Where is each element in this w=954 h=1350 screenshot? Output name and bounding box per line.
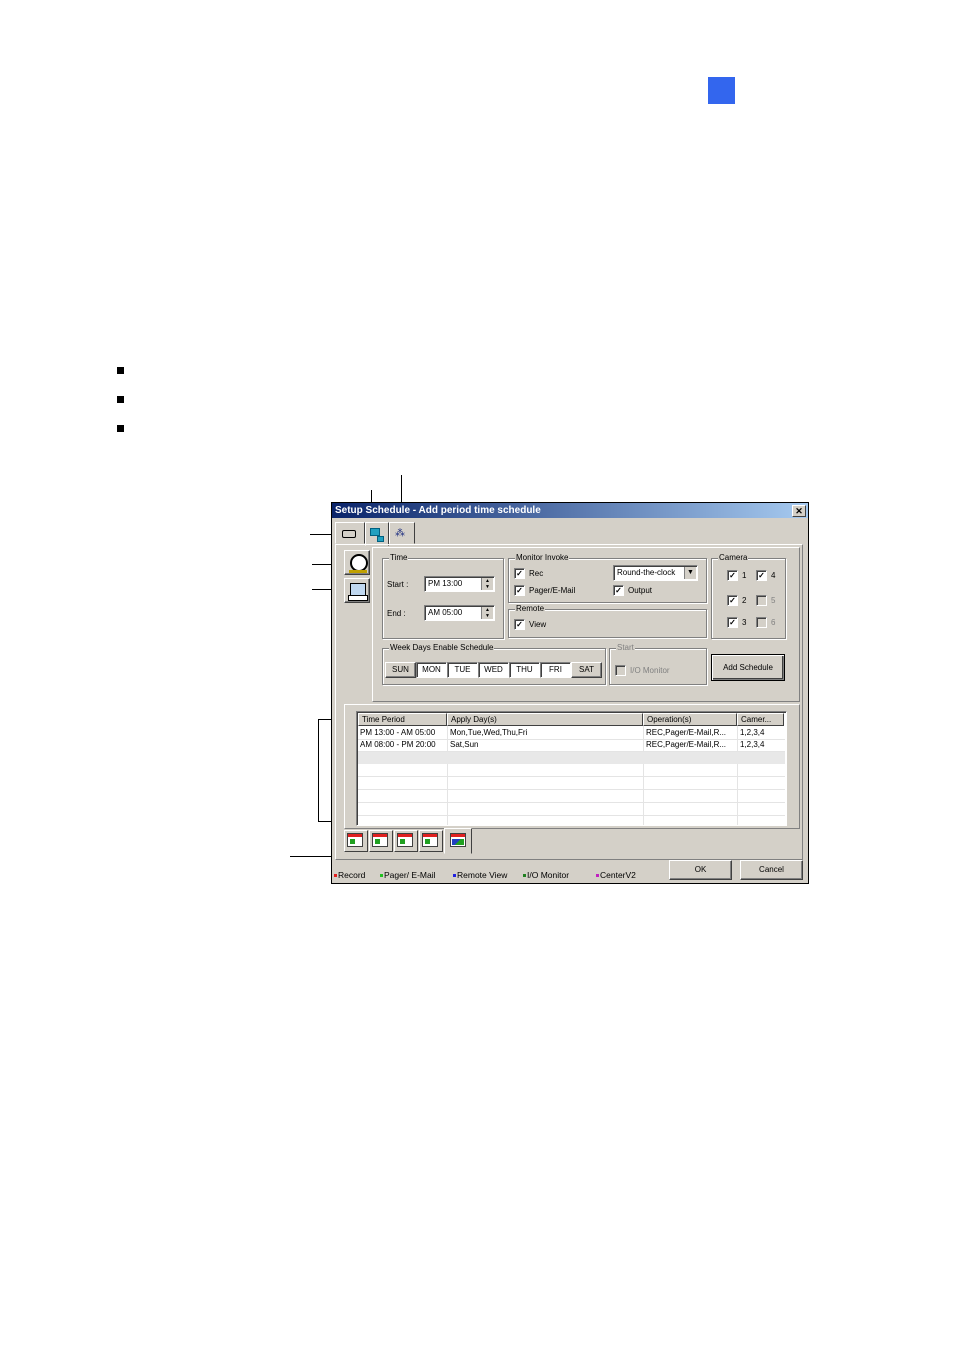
day-wed-button[interactable]: WED	[478, 662, 509, 678]
monitor-invoke-group: Monitor Invoke ✓ Rec ✓ Pager/E-Mail Roun…	[508, 553, 707, 603]
monitor-invoke-legend: Monitor Invoke	[515, 553, 570, 563]
legend-io-monitor: I/O Monitor	[523, 870, 569, 880]
end-label: End :	[387, 609, 406, 618]
schedule-4-icon	[422, 833, 438, 847]
tab-schedule-3[interactable]	[394, 830, 418, 852]
camera-5-checkbox[interactable]	[756, 595, 767, 606]
computer-button[interactable]	[344, 578, 370, 603]
rec-checkbox[interactable]: ✓	[514, 568, 525, 579]
ok-button[interactable]: OK	[669, 860, 732, 880]
column-header-apply-days[interactable]: Apply Day(s)	[447, 713, 643, 726]
time-group: Time Start : PM 13:00 ▲ ▼ End : AM 05:00 …	[382, 553, 504, 639]
cancel-button[interactable]: Cancel	[740, 860, 803, 880]
column-header-operations[interactable]: Operation(s)	[643, 713, 737, 726]
bullet-2	[117, 396, 124, 403]
io-monitor-label: I/O Monitor	[630, 666, 670, 675]
table-cell: 1,2,3,4	[740, 728, 765, 737]
day-tue-button[interactable]: TUE	[447, 662, 478, 678]
camera-icon	[342, 530, 356, 538]
camera-2-checkbox[interactable]: ✓	[727, 595, 738, 606]
day-fri-button[interactable]: FRI	[540, 662, 571, 678]
schedule-table: Time Period Apply Day(s) Operation(s) Ca…	[356, 711, 787, 826]
monitor-mode-select[interactable]: Round-the-clock ▼	[613, 565, 698, 581]
camera-group: Camera ✓ 1 ✓ 4 ✓ 2 5 ✓ 3 6	[711, 553, 786, 639]
tab-schedule-2[interactable]	[369, 830, 393, 852]
camera-6-label: 6	[771, 618, 776, 627]
table-cell: REC,Pager/E-Mail,R...	[646, 740, 727, 749]
remote-legend: Remote	[515, 604, 546, 614]
legend-pager-email: Pager/ E-Mail	[380, 870, 436, 880]
day-sun-button[interactable]: SUN	[385, 662, 416, 678]
start-legend: Start	[616, 643, 635, 653]
weekdays-group: Week Days Enable Schedule SUN MON TUE WE…	[382, 643, 606, 685]
day-mon-button[interactable]: MON	[416, 662, 447, 678]
table-cell: AM 08:00 - PM 20:00	[360, 740, 436, 749]
camera-legend: Camera	[718, 553, 749, 563]
legend-remote-view: Remote View	[453, 870, 507, 880]
column-header-time-period[interactable]: Time Period	[358, 713, 447, 726]
io-monitor-checkbox[interactable]	[615, 665, 626, 676]
camera-2-label: 2	[742, 596, 747, 605]
callout-bracket-vert	[318, 719, 319, 822]
legend-centerv2: CenterV2	[596, 870, 636, 880]
network-tree-icon	[370, 528, 380, 536]
camera-1-checkbox[interactable]: ✓	[727, 570, 738, 581]
table-cell: 1,2,3,4	[740, 740, 765, 749]
remote-view-label: View	[529, 620, 547, 629]
output-checkbox[interactable]: ✓	[613, 585, 624, 596]
camera-1-label: 1	[742, 571, 747, 580]
camera-3-label: 3	[742, 618, 747, 627]
tab-network[interactable]: ⁂	[389, 522, 415, 544]
table-cell: Mon,Tue,Wed,Thu,Fri	[450, 728, 528, 737]
title-bar: Setup Schedule - Add period time schedul…	[332, 503, 808, 518]
pager-email-checkbox[interactable]: ✓	[514, 585, 525, 596]
selected-empty-row[interactable]	[358, 752, 785, 764]
start-time-spinner[interactable]: ▲ ▼	[481, 578, 493, 590]
end-time-field[interactable]: AM 05:00 ▲ ▼	[424, 605, 495, 621]
pager-email-label: Pager/E-Mail	[529, 586, 576, 595]
setup-schedule-dialog: Setup Schedule - Add period time schedul…	[331, 502, 809, 884]
bullet-3	[117, 425, 124, 432]
tab-camera[interactable]	[335, 522, 365, 544]
camera-6-checkbox[interactable]	[756, 617, 767, 628]
schedule-3-icon	[397, 833, 413, 847]
output-label: Output	[628, 586, 653, 595]
schedule-edit-icon	[450, 833, 466, 847]
column-header-camera[interactable]: Camer...	[737, 713, 784, 726]
start-group: Start I/O Monitor	[609, 643, 707, 685]
weekdays-legend: Week Days Enable Schedule	[389, 643, 495, 653]
camera-5-label: 5	[771, 596, 776, 605]
day-thu-button[interactable]: THU	[509, 662, 540, 678]
remote-view-checkbox[interactable]: ✓	[514, 619, 525, 630]
camera-4-label: 4	[771, 571, 776, 580]
bullet-1	[117, 367, 124, 374]
start-label: Start :	[387, 580, 409, 589]
schedule-1-icon	[347, 833, 363, 847]
remote-group: Remote ✓ View	[508, 604, 707, 638]
time-legend: Time	[389, 553, 409, 563]
end-time-spinner[interactable]: ▲ ▼	[481, 607, 493, 619]
schedule-2-icon	[372, 833, 388, 847]
alarm-clock-button[interactable]	[344, 550, 370, 575]
tab-schedule-4[interactable]	[419, 830, 443, 852]
camera-4-checkbox[interactable]: ✓	[756, 570, 767, 581]
tab-schedule-1[interactable]	[344, 830, 368, 852]
camera-3-checkbox[interactable]: ✓	[727, 617, 738, 628]
close-button[interactable]: ✕	[792, 505, 806, 517]
legend-record: Record	[334, 870, 365, 880]
day-sat-button[interactable]: SAT	[571, 662, 602, 678]
start-time-field[interactable]: PM 13:00 ▲ ▼	[424, 576, 495, 592]
dialog-title: Setup Schedule - Add period time schedul…	[335, 505, 541, 516]
table-cell: PM 13:00 - AM 05:00	[360, 728, 436, 737]
add-schedule-button[interactable]: Add Schedule	[711, 654, 785, 681]
chapter-marker	[708, 77, 735, 104]
table-cell: REC,Pager/E-Mail,R...	[646, 728, 727, 737]
rec-label: Rec	[529, 569, 544, 578]
dropdown-arrow-icon[interactable]: ▼	[684, 567, 696, 579]
tab-schedule-edit[interactable]	[444, 828, 472, 854]
tab-schedule[interactable]	[365, 522, 389, 546]
network-nodes-icon: ⁂	[395, 528, 405, 539]
table-cell: Sat,Sun	[450, 740, 479, 749]
